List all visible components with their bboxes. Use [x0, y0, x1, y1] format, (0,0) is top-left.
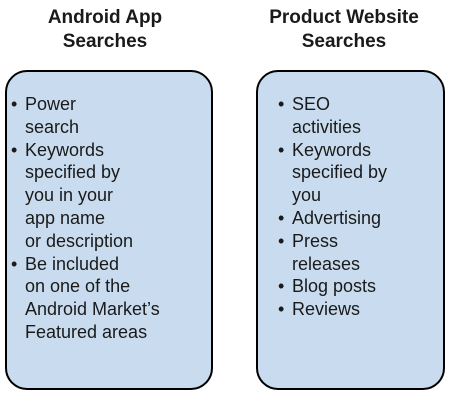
bullet-icon: •	[278, 276, 285, 297]
bullet-icon: •	[11, 139, 18, 160]
product-website-searches-title: Product Website Searches	[244, 6, 444, 54]
bullet-text: Keywords specified by you	[292, 139, 388, 206]
bullet-item: • Power search	[9, 93, 209, 139]
bullet-icon: •	[278, 230, 285, 251]
title-line: Searches	[301, 31, 387, 52]
bullet-icon: •	[278, 94, 285, 114]
bullet-text: Press releases	[292, 230, 361, 274]
title-line: Product Website	[269, 7, 419, 28]
android-app-searches-title: Android App Searches	[5, 6, 205, 54]
title-line: Searches	[62, 31, 148, 52]
bullet-icon: •	[278, 299, 285, 320]
bullet-item: • Advertising	[276, 207, 446, 230]
bullet-text: Reviews	[292, 299, 361, 320]
bullet-icon: •	[11, 94, 18, 114]
product-website-searches-box: • SEO activities • Keywords specified by y…	[256, 70, 445, 390]
bullet-item: • Keywords specified by you	[276, 139, 446, 207]
bullet-item: • SEO activities	[276, 93, 446, 139]
bullet-item: • Press releases	[276, 230, 446, 276]
bullet-text: Keywords specified by you in your app na…	[25, 139, 134, 251]
bullet-text: Be included on one of the Android Market…	[25, 253, 160, 342]
bullet-item: • Keywords specified by you in your app n…	[9, 139, 209, 253]
bullet-icon: •	[278, 139, 285, 160]
title-line: Android App	[47, 7, 163, 28]
bullet-text: Power search	[25, 94, 80, 137]
bullet-text: SEO activities	[292, 94, 362, 137]
bullet-text: Advertising	[292, 207, 382, 228]
product-website-bullet-list: • SEO activities • Keywords specified by y…	[276, 93, 446, 321]
bullet-icon: •	[278, 207, 285, 228]
android-app-searches-box: • Power search • Keywords specified by you…	[5, 70, 213, 390]
bullet-text: Blog posts	[292, 276, 377, 297]
bullet-item: • Reviews	[276, 298, 446, 321]
bullet-item: • Be included on one of the Android Marke…	[9, 253, 209, 344]
bullet-icon: •	[11, 253, 18, 274]
android-app-bullet-list: • Power search • Keywords specified by you…	[9, 93, 209, 344]
bullet-item: • Blog posts	[276, 275, 446, 298]
